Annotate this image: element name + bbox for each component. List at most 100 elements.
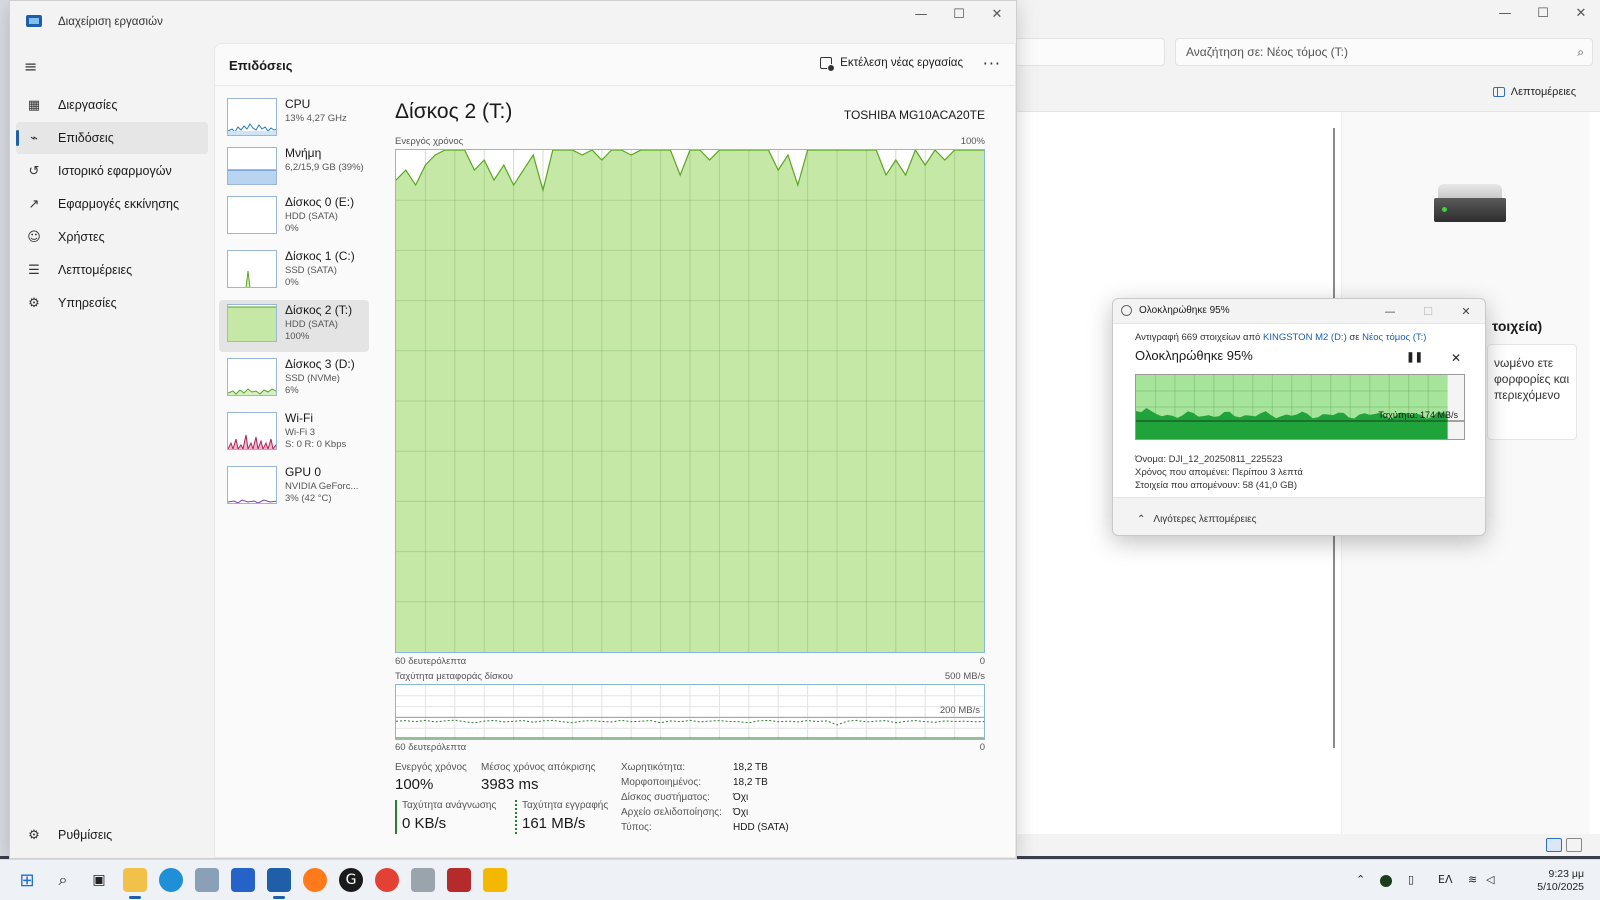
details-heading: τοιχεία) [1492, 318, 1543, 334]
copy-dialog-minimize-button[interactable]: — [1371, 299, 1409, 323]
explorer-minimize-button[interactable]: — [1486, 0, 1524, 26]
file-explorer-icon[interactable] [123, 868, 147, 899]
details-pane-button[interactable]: Λεπτομέρειες [1492, 86, 1576, 98]
copy-summary-mid: σε [1349, 332, 1360, 343]
nav-item-label: Λεπτομέρειες [58, 263, 133, 277]
resource-item-disk-3[interactable]: Δίσκος 3 (D:) SSD (NVMe) 6% [219, 354, 369, 406]
resource-usage: 6% [285, 385, 299, 396]
performance-page: Επιδόσεις Εκτέλεση νέας εργασίας ··· CPU… [214, 43, 1016, 858]
edge-browser-icon[interactable] [159, 868, 183, 892]
firefox-icon[interactable] [303, 868, 327, 892]
task-view-icon[interactable]: ▣ [87, 868, 111, 892]
resource-item-disk-1[interactable]: Δίσκος 1 (C:) SSD (SATA) 0% [219, 246, 369, 298]
details-view-icon[interactable] [1546, 838, 1562, 852]
resource-usage: 3% (42 °C) [285, 493, 332, 504]
cancel-icon[interactable]: ✕ [1451, 351, 1461, 365]
github-icon[interactable]: G [339, 868, 363, 892]
copy-speed-label: Ταχύτητα: 174 MB/s [1378, 410, 1458, 420]
view-toggle [1546, 838, 1582, 852]
taskbar: ⊞ ⌕ ▣ G ⌃ ▯ ΕΛ ≋ ◁ 9:23 μμ 5/10/2025 [0, 859, 1600, 900]
explorer-maximize-button[interactable]: ☐ [1524, 0, 1562, 26]
nav-item-startup-apps[interactable]: ↗ Εφαρμογές εκκίνησης [16, 188, 208, 220]
microsoft-store-icon[interactable] [231, 868, 255, 892]
nav-item-processes[interactable]: ▦ Διεργασίες [16, 89, 208, 121]
source-link[interactable]: KINGSTON M2 (D:) [1263, 332, 1347, 343]
active-time-x-right: 0 [979, 656, 985, 667]
resource-usage: 100% [285, 331, 310, 342]
read-speed-legend [395, 800, 397, 834]
pause-icon[interactable]: ❚❚ [1406, 352, 1423, 363]
window-title: Διαχείριση εργασιών [58, 16, 163, 28]
run-new-task-button[interactable]: Εκτέλεση νέας εργασίας [820, 57, 963, 72]
close-button[interactable]: ✕ [978, 1, 1016, 27]
search-icon: ⌕ [1577, 45, 1584, 59]
explorer-search-placeholder: Αναζήτηση σε: Νέος τόμος (T:) [1186, 45, 1348, 59]
usb-icon[interactable]: ▯ [1408, 873, 1414, 886]
control-panel-icon[interactable] [195, 868, 219, 892]
chevron-up-icon[interactable]: ⌃ [1356, 873, 1365, 886]
task-manager-app-icon [26, 15, 42, 27]
disk-3-thumbnail [227, 358, 277, 396]
hamburger-menu-icon[interactable]: ≡ [24, 57, 37, 76]
maximize-button[interactable]: ☐ [940, 1, 978, 27]
resource-subtitle: NVIDIA GeForc... [285, 481, 359, 492]
run-new-task-label: Εκτέλεση νέας εργασίας [840, 57, 963, 69]
nav-item-details[interactable]: ☰ Λεπτομέρειες [16, 254, 208, 286]
clock[interactable]: 9:23 μμ 5/10/2025 [1537, 868, 1584, 894]
resource-item-disk-2[interactable]: Δίσκος 2 (T:) HDD (SATA) 100% [219, 300, 369, 352]
history-icon: ↺ [28, 163, 40, 179]
language-indicator[interactable]: ΕΛ [1438, 873, 1452, 886]
destination-link[interactable]: Νέος τόμος (T:) [1362, 332, 1426, 343]
transfer-rate-chart-svg [396, 685, 984, 739]
copy-dialog-close-button[interactable]: ✕ [1447, 299, 1485, 323]
nav-item-users[interactable]: ☺ Χρήστες [16, 221, 208, 253]
resource-name: Wi-Fi [285, 411, 313, 425]
task-manager-icon[interactable] [267, 868, 291, 899]
search-icon[interactable]: ⌕ [51, 868, 75, 892]
settings-icon: ⚙ [28, 827, 40, 843]
clock-date: 5/10/2025 [1537, 881, 1584, 893]
transfer-rate-chart: 200 MB/s [395, 684, 985, 740]
sticky-note-icon[interactable] [483, 868, 507, 892]
performance-icon: ⌁ [30, 130, 38, 146]
copy-speed-graph-svg [1136, 375, 1464, 439]
minimize-button[interactable]: — [902, 1, 940, 27]
nav-item-services[interactable]: ⚙ Υπηρεσίες [16, 287, 208, 319]
read-speed-label: Ταχύτητα ανάγνωσης [402, 800, 497, 811]
resource-usage: S: 0 R: 0 Kbps [285, 439, 347, 450]
active-time-chart-svg [396, 150, 984, 652]
write-speed-value: 161 MB/s [522, 815, 586, 832]
nvidia-icon[interactable] [1380, 875, 1392, 887]
nav-item-settings[interactable]: ⚙ Ρυθμίσεις [16, 819, 208, 851]
chrome-icon[interactable] [375, 868, 399, 892]
resource-item-cpu[interactable]: CPU 13% 4,27 GHz [219, 94, 369, 146]
volume-icon[interactable]: ◁ [1486, 873, 1494, 886]
capacity-key: Χωρητικότητα: [621, 762, 686, 773]
read-speed-value: 0 KB/s [402, 815, 447, 832]
resource-item-disk-0[interactable]: Δίσκος 0 (E:) HDD (SATA) 0% [219, 192, 369, 244]
copy-dialog-body: Αντιγραφή 669 στοιχείων από KINGSTON M2 … [1113, 323, 1485, 498]
transfer-x-right: 0 [979, 742, 985, 753]
resource-name: Δίσκος 1 (C:) [285, 249, 355, 263]
start-button-icon[interactable]: ⊞ [15, 868, 39, 892]
fewer-details-button[interactable]: ⌃ Λιγότερες λεπτομέρειες [1137, 514, 1256, 525]
more-options-icon[interactable]: ··· [983, 54, 1001, 73]
explorer-close-button[interactable]: ✕ [1562, 0, 1600, 26]
transfer-ref-label: 200 MB/s [939, 705, 980, 716]
explorer-address-bar[interactable] [1001, 38, 1165, 66]
resource-item-wifi[interactable]: Wi-Fi Wi-Fi 3 S: 0 R: 0 Kbps [219, 408, 369, 460]
disk-2-thumbnail [227, 304, 277, 342]
nav-item-label: Ιστορικό εφαρμογών [58, 164, 172, 178]
rdp-icon[interactable] [447, 868, 471, 892]
nav-item-performance[interactable]: ⌁ Επιδόσεις [16, 122, 208, 154]
wifi-icon[interactable]: ≋ [1468, 873, 1477, 886]
nav-item-app-history[interactable]: ↺ Ιστορικό εφαρμογών [16, 155, 208, 187]
camera-icon[interactable] [411, 868, 435, 892]
resource-item-gpu[interactable]: GPU 0 NVIDIA GeForc... 3% (42 °C) [219, 462, 369, 514]
active-time-chart-max: 100% [960, 136, 985, 147]
nav-item-label: Επιδόσεις [58, 131, 114, 145]
page-header: Επιδόσεις Εκτέλεση νέας εργασίας ··· [215, 44, 1015, 86]
resource-item-memory[interactable]: Μνήμη 6,2/15,9 GB (39%) [219, 143, 369, 195]
tiles-view-icon[interactable] [1566, 838, 1582, 852]
explorer-search-input[interactable]: Αναζήτηση σε: Νέος τόμος (T:) ⌕ [1175, 38, 1593, 66]
